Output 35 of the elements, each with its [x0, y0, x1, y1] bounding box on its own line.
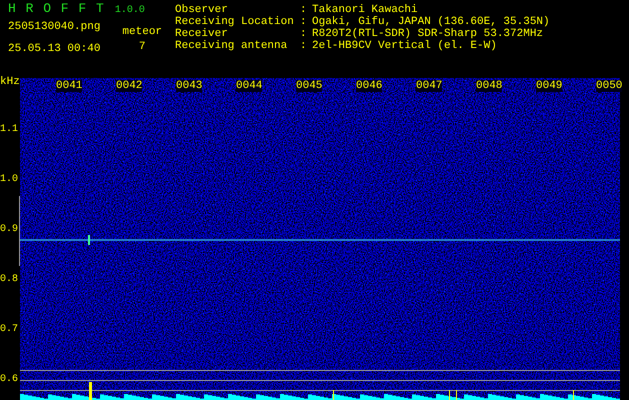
frequency-label: 0.7: [0, 324, 18, 336]
time-label: 0047: [416, 80, 442, 92]
info-separator: :: [300, 28, 308, 40]
info-label: Receiver: [175, 28, 229, 40]
meteor-count: 7: [138, 41, 146, 53]
filename-label: 2505130040.png: [8, 21, 100, 33]
app-title: H R O F F T: [8, 3, 105, 15]
info-label: Receiving antenna: [175, 40, 288, 52]
time-label: 0041: [56, 80, 82, 92]
time-label: 0049: [536, 80, 562, 92]
time-label: 0046: [356, 80, 382, 92]
info-value: R820T2(RTL-SDR) SDR-Sharp 53.372MHz: [312, 28, 544, 40]
info-separator: :: [300, 40, 308, 52]
info-value: 2el-HB9CV Vertical (el. E-W): [312, 40, 497, 52]
unit-label: kHz: [0, 76, 20, 88]
meteor-label: meteor: [122, 26, 162, 38]
info-separator: :: [300, 4, 308, 16]
time-label: 0044: [236, 80, 262, 92]
info-separator: :: [300, 16, 308, 28]
frequency-label: 0.6: [0, 374, 18, 386]
time-label: 0050: [596, 80, 622, 92]
time-label: 0042: [116, 80, 142, 92]
time-label: 0048: [476, 80, 502, 92]
info-value: Ogaki, Gifu, JAPAN (136.60E, 35.35N): [312, 16, 550, 28]
info-label: Observer: [175, 4, 229, 16]
time-label: 0043: [176, 80, 202, 92]
time-label: 0045: [296, 80, 322, 92]
version-label: 1.0.0: [114, 5, 145, 17]
datetime-label: 25.05.13 00:40: [8, 43, 100, 55]
frequency-label: 1.1: [0, 124, 18, 136]
info-value: Takanori Kawachi: [312, 4, 418, 16]
frequency-label: 0.8: [0, 274, 18, 286]
frequency-label: 1.0: [0, 174, 18, 186]
frequency-label: 0.9: [0, 224, 18, 236]
info-label: Receiving Location: [175, 16, 295, 28]
